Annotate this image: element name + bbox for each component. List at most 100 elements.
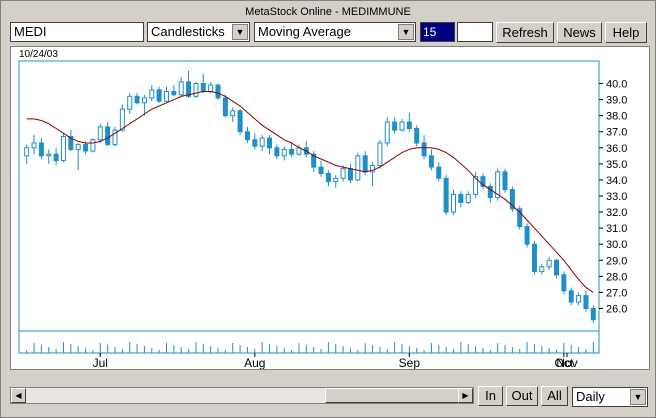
candle-body xyxy=(215,84,221,99)
candle-body xyxy=(208,84,214,93)
candle-body xyxy=(362,155,368,173)
news-button[interactable]: News xyxy=(557,22,602,43)
candle-body xyxy=(274,147,280,157)
candle-body xyxy=(355,155,361,181)
candle-body xyxy=(377,142,383,166)
candle-body xyxy=(347,168,353,181)
candle-body xyxy=(406,121,412,129)
candle-body xyxy=(325,173,331,183)
chevron-down-icon[interactable]: ▼ xyxy=(232,24,248,40)
candle-body xyxy=(576,295,582,303)
indicator-select[interactable]: Moving Average ▼ xyxy=(254,22,416,42)
candle-body xyxy=(171,91,177,96)
secondary-period-input[interactable] xyxy=(457,22,493,42)
candle-body xyxy=(46,153,52,157)
scrollbar-thumb[interactable] xyxy=(325,388,459,403)
help-button[interactable]: Help xyxy=(605,22,647,43)
y-tick-label: 26.0 xyxy=(606,304,627,316)
zoom-out-button[interactable]: Out xyxy=(506,386,538,406)
y-tick-label: 35.0 xyxy=(606,159,627,171)
candle-body xyxy=(156,89,162,102)
candle-body xyxy=(340,168,346,179)
y-tick-label: 38.0 xyxy=(606,111,627,123)
candle-body xyxy=(230,110,236,117)
candle-body xyxy=(24,147,30,157)
horizontal-scrollbar[interactable]: ◀ ▶ xyxy=(10,387,474,404)
chevron-down-icon[interactable]: ▼ xyxy=(630,389,646,405)
candle-body xyxy=(443,177,449,213)
period-input[interactable]: 15 xyxy=(420,22,455,42)
x-tick-label: Jul xyxy=(93,356,108,369)
refresh-button[interactable]: Refresh xyxy=(496,22,554,43)
candle-body xyxy=(60,136,66,162)
chevron-down-icon[interactable]: ▼ xyxy=(398,24,414,40)
zoom-all-button[interactable]: All xyxy=(541,386,568,406)
y-tick-label: 27.0 xyxy=(606,287,627,299)
candle-body xyxy=(318,166,324,174)
moving-average-line xyxy=(26,91,594,293)
candle-body xyxy=(178,81,184,96)
arrow-right-icon[interactable]: ▶ xyxy=(458,388,473,403)
candle-body xyxy=(392,121,398,131)
candle-body xyxy=(546,259,552,268)
candle-body xyxy=(267,137,273,149)
y-tick-label: 34.0 xyxy=(606,175,627,187)
candle-body xyxy=(259,137,265,147)
indicator-value: Moving Average xyxy=(258,24,351,39)
y-tick-label: 31.0 xyxy=(606,223,627,235)
candle-body xyxy=(399,121,405,131)
candle-body xyxy=(53,153,59,162)
y-tick-label: 29.0 xyxy=(606,255,627,267)
candle-body xyxy=(465,193,471,203)
candle-body xyxy=(289,148,295,155)
y-tick-label: 32.0 xyxy=(606,207,627,219)
candle-body xyxy=(141,97,147,104)
y-tick-label: 37.0 xyxy=(606,127,627,139)
candle-body xyxy=(90,139,96,152)
candle-body xyxy=(193,83,199,97)
y-tick-label: 36.0 xyxy=(606,143,627,155)
candle-body xyxy=(164,91,169,102)
candle-body xyxy=(31,142,37,149)
candle-body xyxy=(200,83,206,93)
candle-body xyxy=(428,155,434,168)
candle-body xyxy=(531,243,537,273)
chart-date-label: 10/24/03 xyxy=(19,49,58,60)
symbol-input[interactable]: MEDI xyxy=(10,22,144,42)
candle-body xyxy=(436,166,442,179)
candle-body xyxy=(451,193,456,213)
arrow-left-icon[interactable]: ◀ xyxy=(11,388,26,403)
candle-body xyxy=(583,295,589,309)
x-tick-label: Sep xyxy=(399,356,421,369)
candle-body xyxy=(421,142,427,157)
candle-body xyxy=(244,131,250,141)
candle-body xyxy=(487,185,493,199)
candle-body xyxy=(539,266,545,273)
price-chart[interactable]: 10/24/03 26.0 27.0 28.0 29.0 30.0 31.0 32.0 33.0… xyxy=(11,47,649,370)
candle-body xyxy=(127,95,133,110)
chart-style-value: Candlesticks xyxy=(151,24,225,39)
candle-body xyxy=(590,308,596,321)
candle-body xyxy=(524,226,530,245)
interval-select[interactable]: Daily ▼ xyxy=(572,387,648,407)
x-tick-label: Aug xyxy=(244,356,265,369)
y-tick-label: 40.0 xyxy=(606,79,627,91)
y-tick-label: 28.0 xyxy=(606,271,627,283)
candle-body xyxy=(83,144,89,152)
y-tick-label: 39.0 xyxy=(606,95,627,107)
candle-body xyxy=(281,148,287,157)
candle-body xyxy=(149,89,155,99)
candle-body xyxy=(333,177,339,183)
candle-body xyxy=(502,171,508,191)
chart-area[interactable]: 10/24/03 26.0 27.0 28.0 29.0 30.0 31.0 32.0 33.0… xyxy=(10,46,650,370)
zoom-in-button[interactable]: In xyxy=(478,386,503,406)
candle-body xyxy=(252,139,258,147)
window-title: MetaStock Online - MEDIMMUNE xyxy=(245,6,411,18)
candle-body xyxy=(97,126,103,141)
candle-body xyxy=(568,290,574,303)
x-tick-label: Nov xyxy=(556,356,577,369)
interval-value: Daily xyxy=(576,389,605,404)
candle-body xyxy=(384,121,390,144)
chart-style-select[interactable]: Candlesticks ▼ xyxy=(147,22,250,42)
candle-body xyxy=(554,259,560,276)
